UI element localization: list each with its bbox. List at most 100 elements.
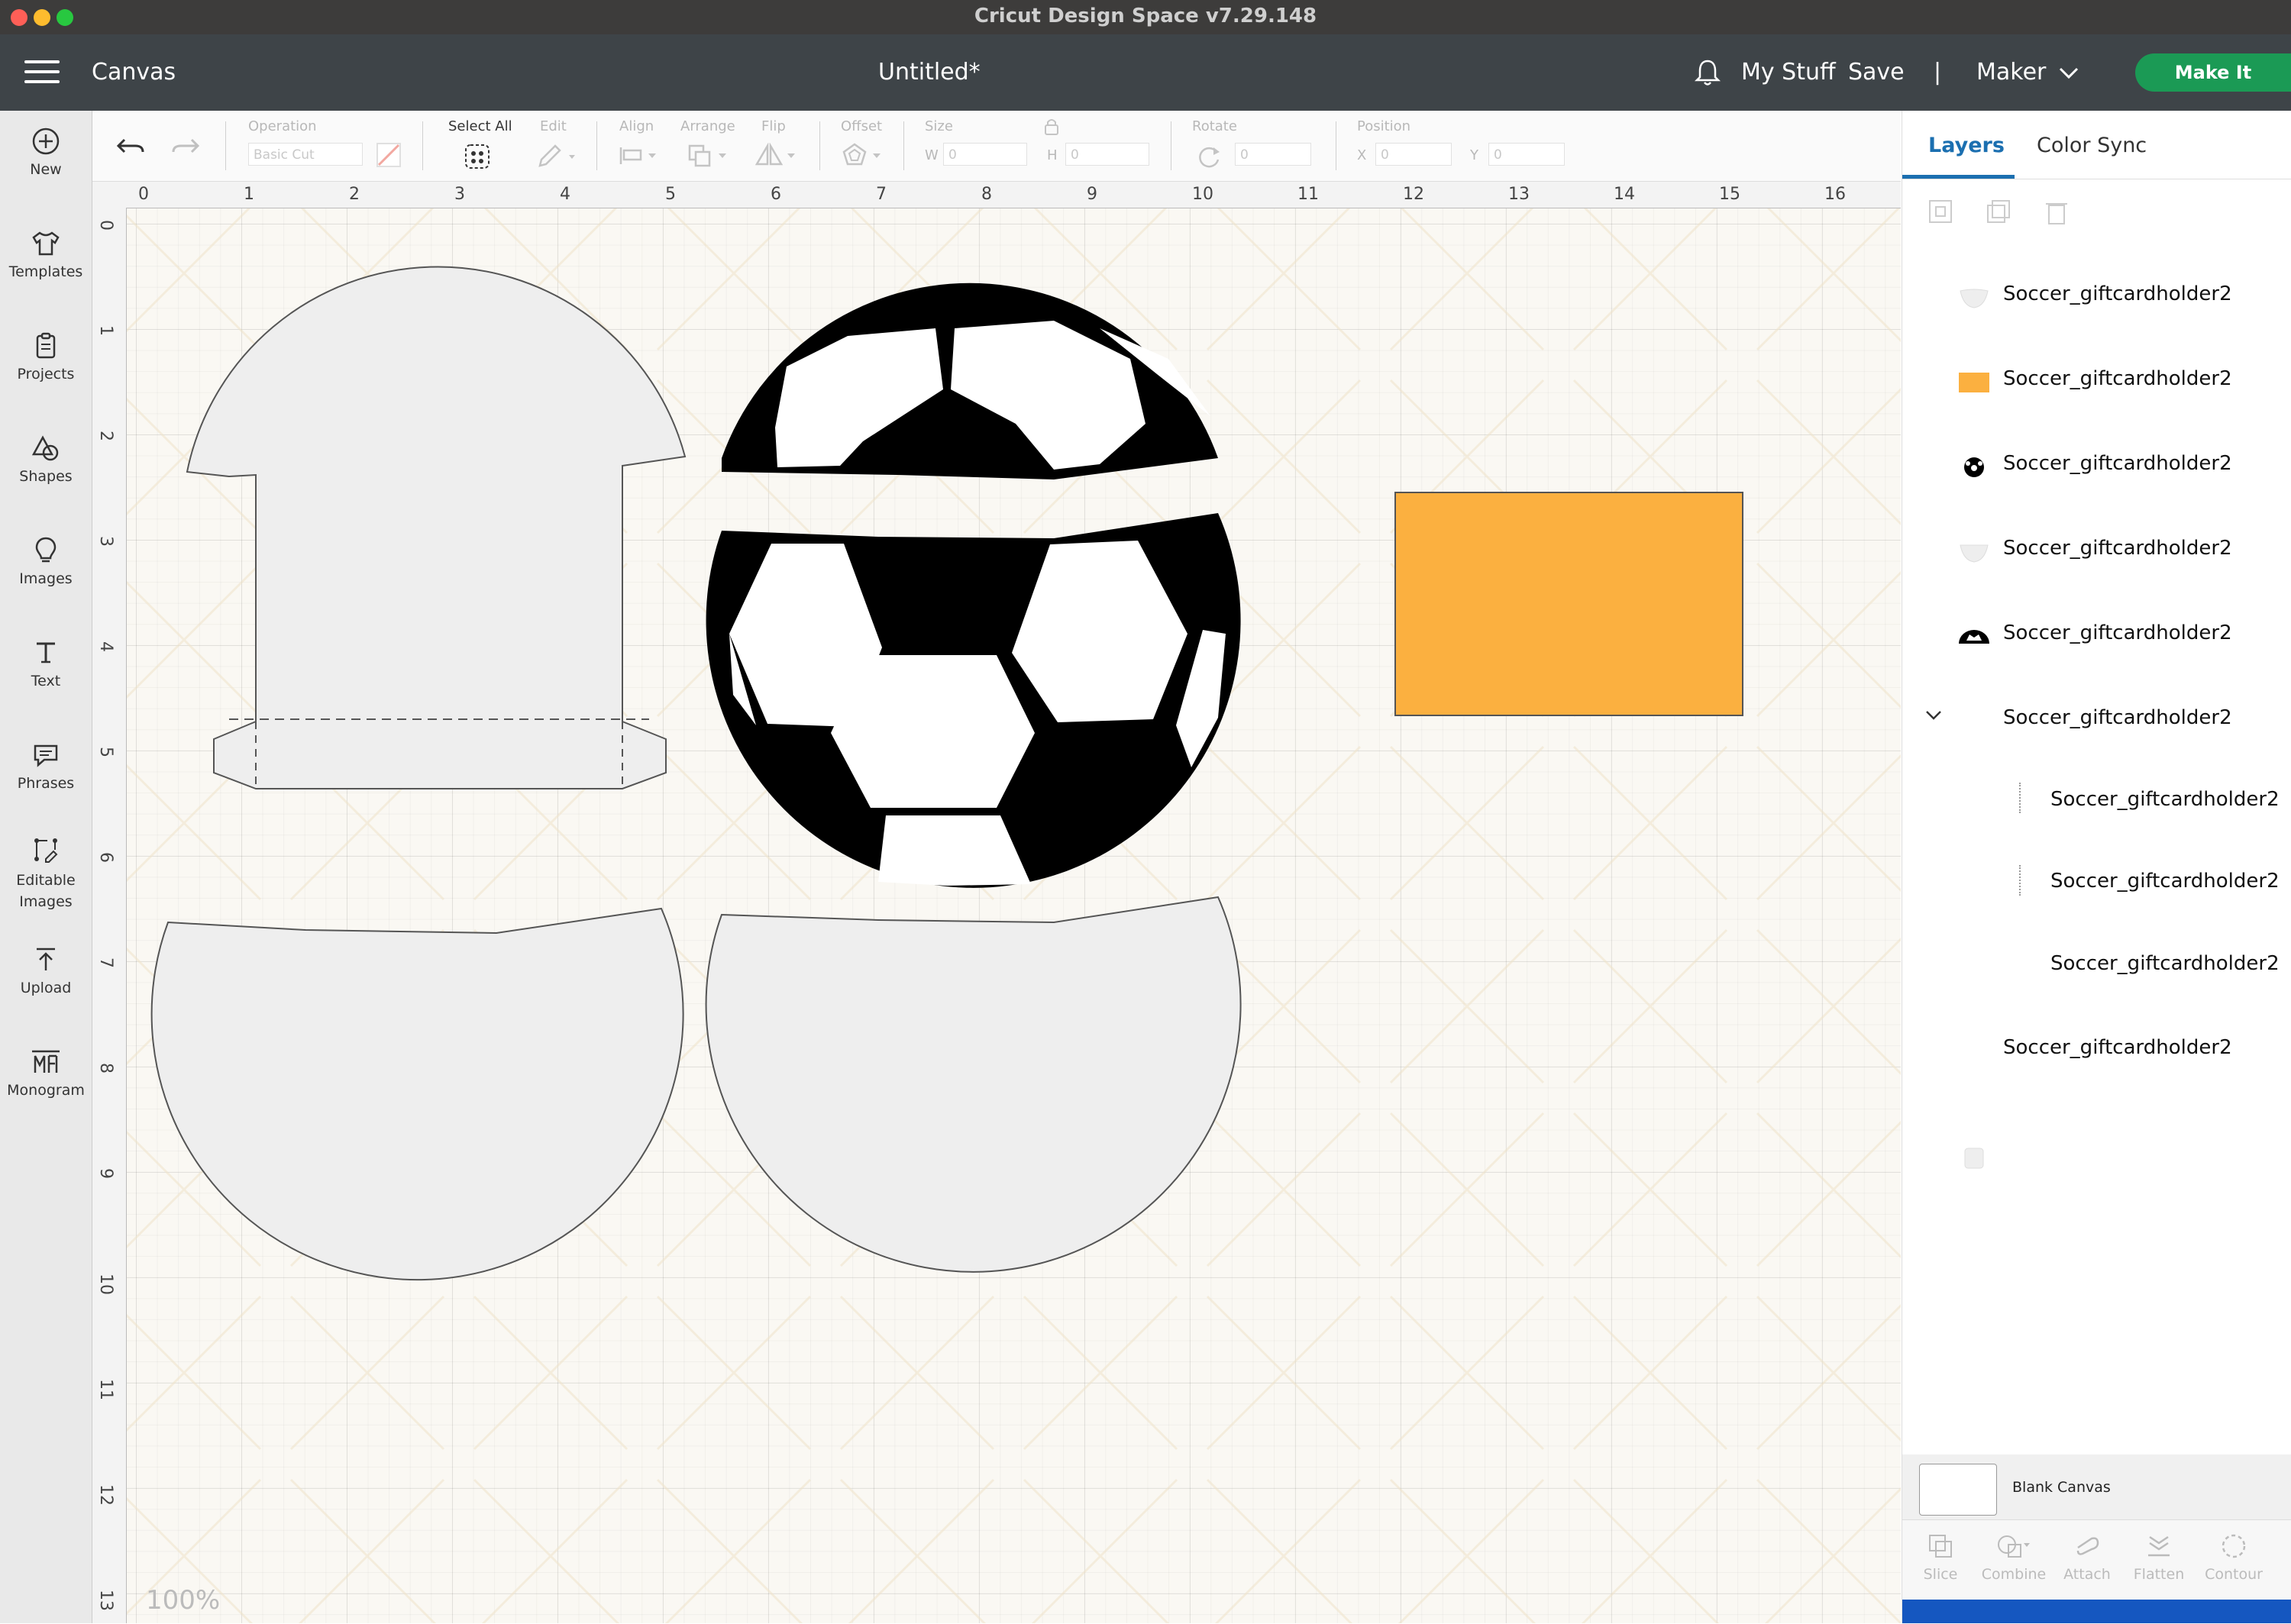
speech-bubble-icon xyxy=(34,744,58,767)
height-input[interactable]: 0 xyxy=(1065,143,1149,166)
orange-rectangle[interactable] xyxy=(1394,492,1743,716)
attach-button[interactable]: Attach xyxy=(2050,1531,2124,1583)
toolbar-separator xyxy=(225,121,226,170)
flatten-icon xyxy=(2148,1535,2170,1557)
machine-select[interactable]: Maker xyxy=(1976,59,2046,86)
arrange-icon[interactable] xyxy=(687,143,732,167)
slice-label: Slice xyxy=(1923,1566,1958,1583)
document-title[interactable]: Untitled* xyxy=(878,59,981,86)
tshirt-icon xyxy=(32,231,60,256)
tool-templates[interactable]: Templates xyxy=(0,228,92,280)
left-toolbar: New Templates Projects Shapes Images Tex… xyxy=(0,111,92,1623)
group-icon[interactable] xyxy=(1925,196,1956,227)
align-label: Align xyxy=(619,118,654,134)
tool-new[interactable]: New xyxy=(0,126,92,178)
rotate-input[interactable]: 0 xyxy=(1235,143,1311,166)
lock-icon[interactable] xyxy=(1042,117,1061,137)
layer-item[interactable]: Soccer_giftcardholder2 xyxy=(2003,537,2232,560)
layer-child-item[interactable]: Soccer_giftcardholder2 xyxy=(2050,870,2280,893)
x-input[interactable]: 0 xyxy=(1375,143,1452,166)
offset-label: Offset xyxy=(841,118,883,134)
duplicate-icon[interactable] xyxy=(1983,196,2014,227)
design-canvas[interactable]: 0 1 2 3 4 5 6 7 8 9 10 11 12 13 14 15 16 0 1 2 3 4 5 6 7 8 9 10 11 1… xyxy=(92,182,1901,1623)
tool-phrases[interactable]: Phrases xyxy=(0,740,92,792)
slice-icon xyxy=(1929,1535,1952,1558)
layer-item[interactable]: Soccer_giftcardholder2 xyxy=(2003,1036,2232,1059)
menu-icon[interactable] xyxy=(24,60,60,83)
layer-item[interactable]: Soccer_giftcardholder2 xyxy=(2003,283,2232,305)
layer-child-item[interactable]: Soccer_giftcardholder2 xyxy=(2050,788,2280,811)
width-input[interactable]: 0 xyxy=(943,143,1027,166)
pocket-right-shape[interactable] xyxy=(705,896,1242,1273)
tool-images[interactable]: Images xyxy=(0,535,92,587)
tool-shapes-label: Shapes xyxy=(19,468,73,485)
blank-canvas-label: Blank Canvas xyxy=(2012,1479,2111,1496)
layer-thumb-ball-top xyxy=(1959,630,1989,644)
layer-item[interactable]: Soccer_giftcardholder2 xyxy=(2003,367,2232,390)
rotate-icon[interactable] xyxy=(1195,143,1223,170)
select-all-label: Select All xyxy=(448,118,512,134)
linetype-color-icon[interactable] xyxy=(375,141,402,169)
tool-shapes[interactable]: Shapes xyxy=(0,433,92,485)
text-icon xyxy=(37,642,55,663)
rotate-label: Rotate xyxy=(1192,118,1237,134)
my-stuff-link[interactable]: My Stuff xyxy=(1741,59,1836,86)
layer-item[interactable]: Soccer_giftcardholder2 xyxy=(2003,452,2232,475)
chevron-down-icon[interactable] xyxy=(1924,708,1944,723)
toolbar-separator xyxy=(596,121,597,170)
monogram-icon xyxy=(32,1050,60,1073)
edit-toolbar: Operation Basic Cut Select All Edit Alig… xyxy=(92,111,1901,182)
tool-text[interactable]: Text xyxy=(0,638,92,689)
y-input[interactable]: 0 xyxy=(1488,143,1565,166)
app-header: Canvas Untitled* My Stuff Save | Maker M… xyxy=(0,34,2291,111)
y-label: Y xyxy=(1470,147,1478,163)
tool-upload[interactable]: Upload xyxy=(0,944,92,996)
tab-color-sync[interactable]: Color Sync xyxy=(2037,134,2147,157)
redo-icon[interactable] xyxy=(170,132,201,160)
edit-label: Edit xyxy=(540,118,567,134)
layer-item[interactable]: Soccer_giftcardholder2 xyxy=(2003,622,2232,644)
save-button[interactable]: Save xyxy=(1848,59,1905,86)
x-label: X xyxy=(1357,147,1367,163)
contour-button[interactable]: Contour xyxy=(2197,1531,2270,1583)
layer-child-connector xyxy=(2019,783,2021,813)
edit-pen-icon[interactable] xyxy=(535,143,578,170)
trash-icon[interactable] xyxy=(2041,196,2072,227)
tool-editable-images-label: Editable Images xyxy=(16,872,76,910)
blank-canvas-row[interactable]: Blank Canvas xyxy=(1902,1454,2291,1519)
layer-child-item[interactable]: Soccer_giftcardholder2 xyxy=(2050,952,2280,975)
tool-upload-label: Upload xyxy=(20,980,72,996)
offset-icon[interactable] xyxy=(841,141,887,169)
layer-group-item[interactable]: Soccer_giftcardholder2 xyxy=(2003,706,2232,729)
window-title: Cricut Design Space v7.29.148 xyxy=(974,5,1317,27)
tool-phrases-label: Phrases xyxy=(17,775,75,792)
select-all-icon[interactable] xyxy=(462,141,493,172)
tool-projects[interactable]: Projects xyxy=(0,331,92,383)
flip-label: Flip xyxy=(761,118,786,134)
operation-select[interactable]: Basic Cut xyxy=(248,143,363,166)
tool-templates-label: Templates xyxy=(8,263,83,280)
align-icon[interactable] xyxy=(618,144,661,167)
header-divider: | xyxy=(1934,59,1942,86)
tool-new-label: New xyxy=(30,161,62,178)
chevron-down-icon[interactable] xyxy=(2057,65,2080,82)
flip-icon[interactable] xyxy=(754,143,800,167)
layer-child-connector xyxy=(2019,865,2021,896)
tool-editable-images[interactable]: Editable Images xyxy=(0,835,92,912)
design-shapes xyxy=(150,266,1743,1281)
undo-icon[interactable] xyxy=(115,132,146,160)
tool-monogram[interactable]: Monogram xyxy=(0,1047,92,1099)
card-holder-top-shape[interactable] xyxy=(186,266,687,789)
tool-projects-label: Projects xyxy=(17,366,75,383)
zoom-level[interactable]: 100% xyxy=(146,1585,220,1616)
slice-button[interactable]: Slice xyxy=(1904,1531,1977,1583)
size-label: Size xyxy=(925,118,953,134)
canvas-label: Canvas xyxy=(92,59,176,86)
flatten-button[interactable]: Flatten xyxy=(2122,1531,2196,1583)
combine-button[interactable]: Combine xyxy=(1977,1531,2050,1583)
paperclip-icon xyxy=(2076,1537,2099,1555)
pocket-left-shape[interactable] xyxy=(150,907,684,1281)
tab-layers[interactable]: Layers xyxy=(1928,134,2005,157)
make-it-button[interactable]: Make It xyxy=(2135,53,2291,92)
notification-bell-icon[interactable] xyxy=(1692,57,1723,88)
